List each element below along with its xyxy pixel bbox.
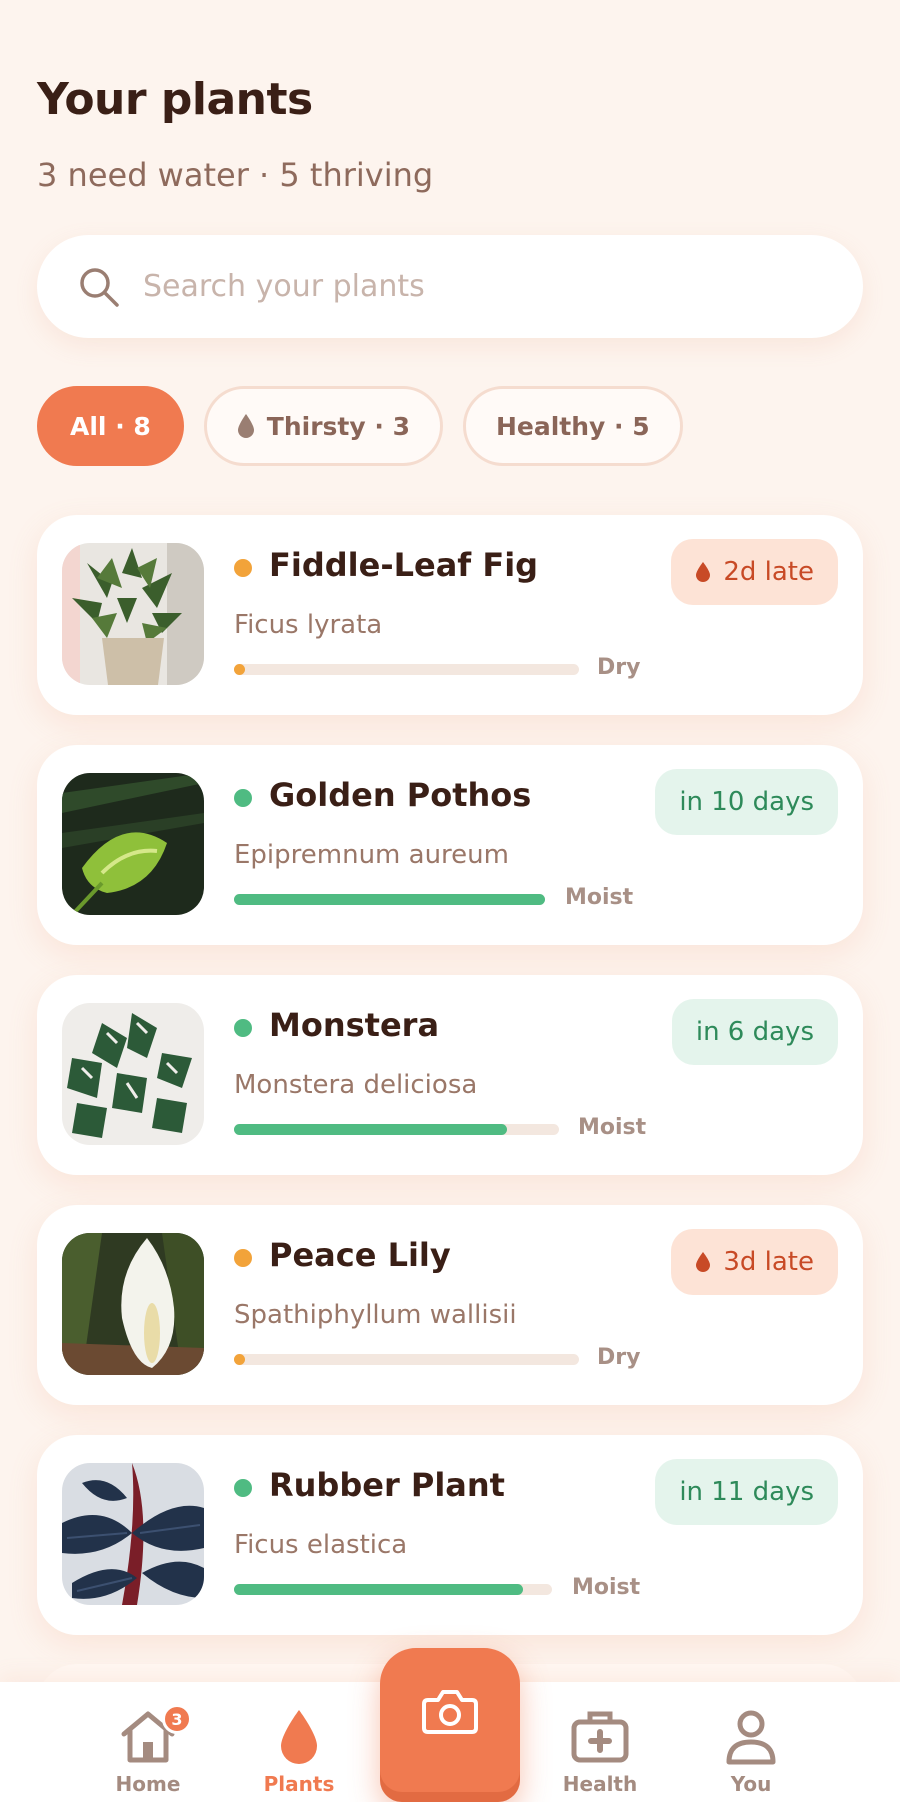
filter-chip-label: Thirsty · 3 bbox=[266, 411, 410, 441]
status-dot bbox=[234, 1019, 252, 1037]
plant-photo bbox=[62, 1233, 204, 1375]
filter-chip-label: All · 8 bbox=[70, 411, 151, 441]
plant-scientific-name: Monstera deliciosa bbox=[234, 1070, 478, 1100]
water-status-text: in 6 days bbox=[695, 1017, 814, 1047]
plant-card[interactable]: Fiddle-Leaf Fig Ficus lyrata Dry 2d late bbox=[37, 515, 863, 715]
status-dot bbox=[234, 1249, 252, 1267]
search-input[interactable] bbox=[143, 269, 783, 304]
drop-icon bbox=[281, 1710, 317, 1764]
water-status-text: 2d late bbox=[723, 557, 814, 587]
camera-icon bbox=[422, 1690, 478, 1734]
nav-label: Health bbox=[562, 1772, 638, 1796]
plant-photo bbox=[62, 1463, 204, 1605]
drop-icon bbox=[696, 1252, 711, 1272]
water-status-badge[interactable]: 2d late bbox=[671, 539, 838, 605]
page-title: Your plants bbox=[37, 74, 313, 125]
filter-chip-healthy[interactable]: Healthy · 5 bbox=[462, 386, 683, 466]
plant-name: Golden Pothos bbox=[269, 776, 532, 814]
nav-home[interactable]: 3 Home bbox=[78, 1682, 218, 1802]
filter-chip-all[interactable]: All · 8 bbox=[37, 386, 184, 466]
water-status-badge[interactable]: in 10 days bbox=[655, 769, 838, 835]
moisture-bar bbox=[234, 664, 579, 675]
plant-card[interactable]: Golden Pothos Epipremnum aureum Moist in… bbox=[37, 745, 863, 945]
plant-photo bbox=[62, 1003, 204, 1145]
moisture-fill bbox=[234, 664, 245, 675]
search-bar[interactable] bbox=[37, 235, 863, 338]
plant-name: Peace Lily bbox=[269, 1236, 451, 1274]
user-icon bbox=[726, 1710, 776, 1765]
status-dot bbox=[234, 789, 252, 807]
nav-plants[interactable]: Plants bbox=[229, 1682, 369, 1802]
moisture-fill bbox=[234, 894, 545, 905]
plant-name: Fiddle-Leaf Fig bbox=[269, 546, 539, 584]
plant-scientific-name: Ficus lyrata bbox=[234, 610, 383, 640]
water-status-text: in 11 days bbox=[679, 1477, 814, 1507]
drop-icon bbox=[237, 414, 254, 438]
moisture-label: Moist bbox=[578, 1115, 647, 1140]
filter-chip-thirsty[interactable]: Thirsty · 3 bbox=[203, 386, 443, 466]
moisture-fill bbox=[234, 1354, 245, 1365]
moisture-label: Dry bbox=[597, 655, 641, 680]
plant-scientific-name: Epipremnum aureum bbox=[234, 840, 509, 870]
water-status-text: in 10 days bbox=[679, 787, 814, 817]
status-dot bbox=[234, 1479, 252, 1497]
plant-card[interactable]: Monstera Monstera deliciosa Moist in 6 d… bbox=[37, 975, 863, 1175]
moisture-fill bbox=[234, 1124, 507, 1135]
filter-chips: All · 8 Thirsty · 3 Healthy · 5 bbox=[37, 386, 683, 466]
search-icon bbox=[80, 267, 119, 307]
filter-chip-label: Healthy · 5 bbox=[495, 411, 650, 441]
drop-icon bbox=[696, 562, 711, 582]
plant-photo bbox=[62, 773, 204, 915]
plant-scientific-name: Spathiphyllum wallisii bbox=[234, 1300, 517, 1330]
nav-you[interactable]: You bbox=[681, 1682, 821, 1802]
water-status-badge[interactable]: in 11 days bbox=[655, 1459, 838, 1525]
moisture-label: Dry bbox=[597, 1345, 641, 1370]
moisture-fill bbox=[234, 1584, 523, 1595]
nav-label: Home bbox=[115, 1772, 181, 1796]
plant-name: Rubber Plant bbox=[269, 1466, 505, 1504]
moisture-bar bbox=[234, 1584, 552, 1595]
moisture-bar bbox=[234, 1354, 579, 1365]
moisture-bar bbox=[234, 894, 545, 905]
plant-scientific-name: Ficus elastica bbox=[234, 1530, 408, 1560]
first-aid-kit-icon bbox=[571, 1711, 629, 1763]
nav-label: Plants bbox=[263, 1772, 335, 1796]
camera-button[interactable] bbox=[380, 1648, 520, 1802]
moisture-label: Moist bbox=[572, 1575, 641, 1600]
plant-card[interactable]: Rubber Plant Ficus elastica Moist in 11 … bbox=[37, 1435, 863, 1635]
plant-name: Monstera bbox=[269, 1006, 440, 1044]
nav-label: You bbox=[730, 1772, 772, 1796]
notification-badge: 3 bbox=[162, 1704, 192, 1734]
moisture-bar bbox=[234, 1124, 559, 1135]
plant-photo bbox=[62, 543, 204, 685]
status-dot bbox=[234, 559, 252, 577]
water-status-text: 3d late bbox=[723, 1247, 814, 1277]
moisture-label: Moist bbox=[565, 885, 634, 910]
plant-card[interactable]: Peace Lily Spathiphyllum wallisii Dry 3d… bbox=[37, 1205, 863, 1405]
water-status-badge[interactable]: 3d late bbox=[671, 1229, 838, 1295]
water-status-badge[interactable]: in 6 days bbox=[671, 999, 838, 1065]
nav-health[interactable]: Health bbox=[530, 1682, 670, 1802]
page-subtitle: 3 need water · 5 thriving bbox=[37, 156, 434, 194]
